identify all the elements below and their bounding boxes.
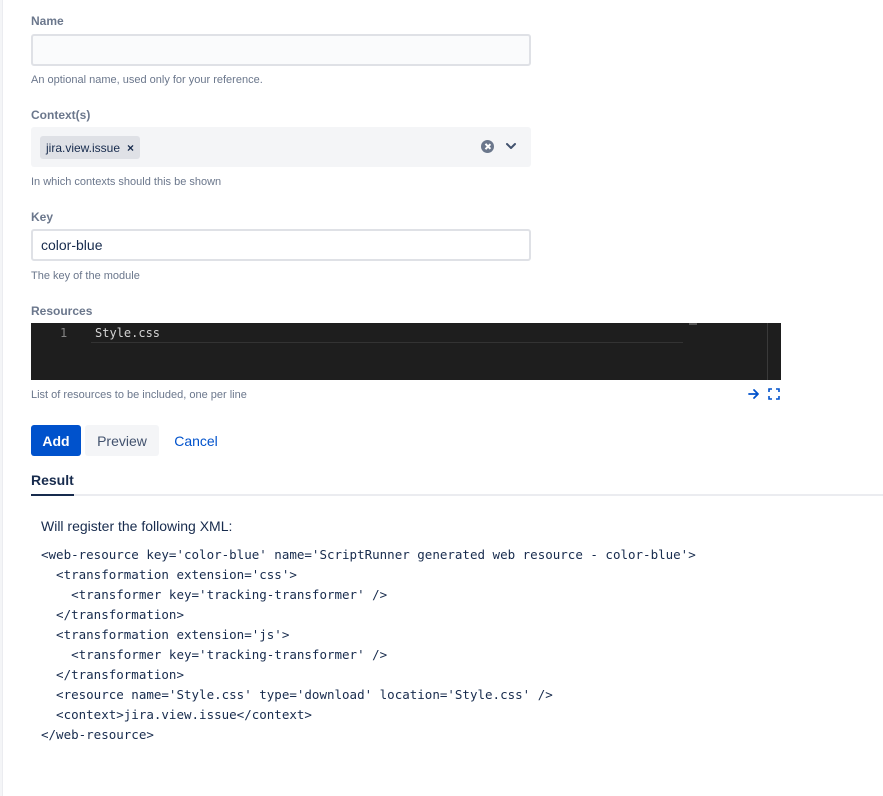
xml-line: <transformation extension='js'> (41, 627, 289, 642)
context-select[interactable]: jira.view.issue × (31, 127, 531, 167)
code-line[interactable]: Style.css (95, 326, 160, 340)
editor-scrollbar[interactable] (767, 323, 781, 380)
tag-remove-icon[interactable]: × (127, 141, 134, 155)
key-label: Key (31, 210, 53, 224)
cancel-button[interactable]: Cancel (165, 425, 227, 456)
add-button[interactable]: Add (31, 425, 81, 456)
xml-line: </web-resource> (41, 727, 154, 742)
xml-line: <transformer key='tracking-transformer' … (41, 587, 387, 602)
xml-line: <web-resource key='color-blue' name='Scr… (41, 547, 696, 562)
editor-toolbar (748, 388, 780, 400)
key-input[interactable] (31, 229, 531, 261)
xml-line: <transformation extension='css'> (41, 567, 297, 582)
tab-result[interactable]: Result (31, 472, 74, 496)
name-input[interactable] (31, 34, 531, 66)
editor-ruler (689, 323, 697, 325)
resources-code-editor[interactable]: 1 Style.css (31, 323, 781, 380)
resources-help: List of resources to be included, one pe… (31, 389, 247, 401)
chevron-down-icon[interactable] (505, 139, 517, 153)
name-label: Name (31, 14, 64, 28)
xml-line: <resource name='Style.css' type='downloa… (41, 687, 553, 702)
key-help: The key of the module (31, 270, 140, 282)
context-tag-label: jira.view.issue (46, 141, 120, 155)
clear-icon[interactable] (481, 140, 494, 153)
preview-button[interactable]: Preview (85, 425, 159, 456)
current-line-highlight (91, 325, 683, 343)
arrow-right-icon[interactable] (748, 388, 760, 400)
context-help: In which contexts should this be shown (31, 176, 221, 188)
line-number: 1 (60, 326, 67, 340)
editor-gutter (31, 323, 83, 380)
xml-line: </transformation> (41, 667, 184, 682)
resources-label: Resources (31, 304, 92, 318)
xml-line: </transformation> (41, 607, 184, 622)
context-label: Context(s) (31, 108, 90, 122)
name-help: An optional name, used only for your ref… (31, 74, 263, 86)
result-intro: Will register the following XML: (41, 518, 232, 534)
left-panel-border (0, 0, 3, 796)
xml-line: <transformer key='tracking-transformer' … (41, 647, 387, 662)
expand-icon[interactable] (768, 388, 780, 400)
result-tabs: Result (31, 472, 883, 496)
context-tag: jira.view.issue × (40, 136, 140, 159)
xml-line: <context>jira.view.issue</context> (41, 707, 312, 722)
